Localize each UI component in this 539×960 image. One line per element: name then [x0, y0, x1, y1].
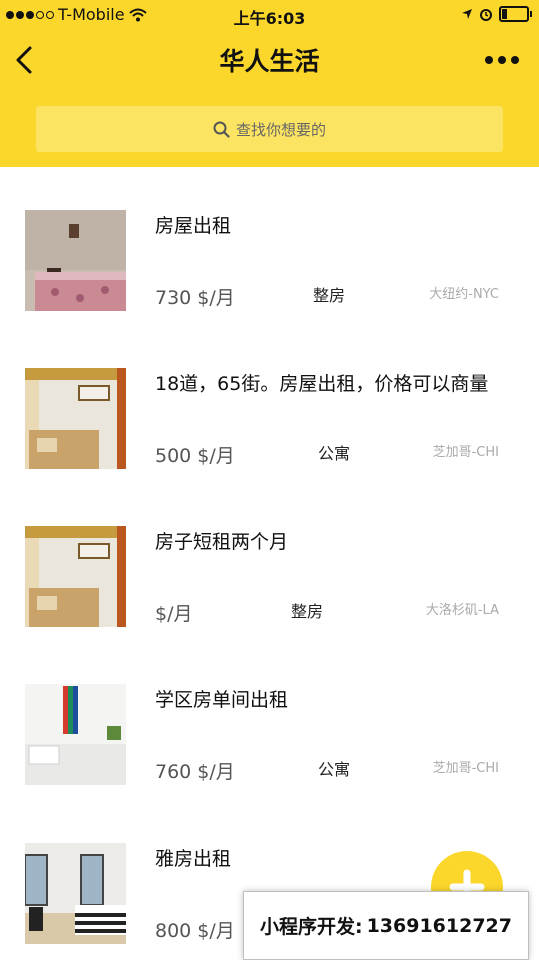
alarm-icon: [480, 9, 492, 21]
listing-title: 房子短租两个月: [155, 531, 289, 553]
status-time: 上午6:03: [233, 9, 306, 28]
listing-type: 整房: [313, 286, 346, 305]
listing-title: 房屋出租: [155, 215, 232, 237]
listing-photo: [25, 210, 126, 311]
nav-bar: 华人生活: [0, 32, 539, 92]
listing-photo: [25, 526, 126, 627]
promo-phone: 13691612727: [366, 914, 513, 937]
listing-price: 730 $/月: [155, 287, 235, 309]
listing-location: 芝加哥-CHI: [432, 445, 499, 460]
listing-type: 公寓: [318, 760, 351, 779]
location-arrow-icon: [462, 9, 472, 19]
promo-banner: 小程序开发: 13691612727: [243, 891, 529, 960]
listing-price: 500 $/月: [155, 445, 235, 467]
list-item[interactable]: 房子短租两个月 $/月 整房 大洛杉矶-LA: [0, 526, 539, 684]
listing-photo: [25, 684, 126, 785]
listing-title: 学区房单间出租: [155, 689, 289, 711]
battery-icon: [499, 6, 532, 22]
list-item[interactable]: 房屋出租 730 $/月 整房 大纽约-NYC: [0, 210, 539, 368]
search-input[interactable]: 查找你想要的: [36, 106, 503, 152]
listing-price: 800 $/月: [155, 920, 235, 942]
more-icon[interactable]: [485, 56, 519, 64]
listing-price: $/月: [155, 603, 193, 625]
list-item[interactable]: 18道，65街。房屋出租，价格可以商量 500 $/月 公寓 芝加哥-CHI: [0, 368, 539, 526]
listing-price: 760 $/月: [155, 761, 235, 783]
listing-type: 公寓: [318, 444, 351, 463]
promo-label: 小程序开发:: [259, 916, 363, 938]
status-icons: [461, 6, 532, 22]
search-icon: [213, 121, 230, 138]
page-title: 华人生活: [219, 47, 320, 76]
list-item[interactable]: 学区房单间出租 760 $/月 公寓 芝加哥-CHI: [0, 684, 539, 842]
search-placeholder: 查找你想要的: [235, 120, 326, 139]
listing-type: 整房: [291, 602, 324, 621]
listing-photo: [25, 843, 126, 944]
status-bar: T-Mobile 上午6:03: [0, 0, 539, 32]
listing-title: 18道，65街。房屋出租，价格可以商量: [155, 373, 489, 395]
listing-location: 芝加哥-CHI: [432, 761, 499, 776]
header: T-Mobile 上午6:03 华人生活 查找你想要的: [0, 0, 539, 167]
listing-photo: [25, 368, 126, 469]
listing-location: 大洛杉矶-LA: [425, 603, 499, 618]
listing-location: 大纽约-NYC: [429, 287, 499, 302]
